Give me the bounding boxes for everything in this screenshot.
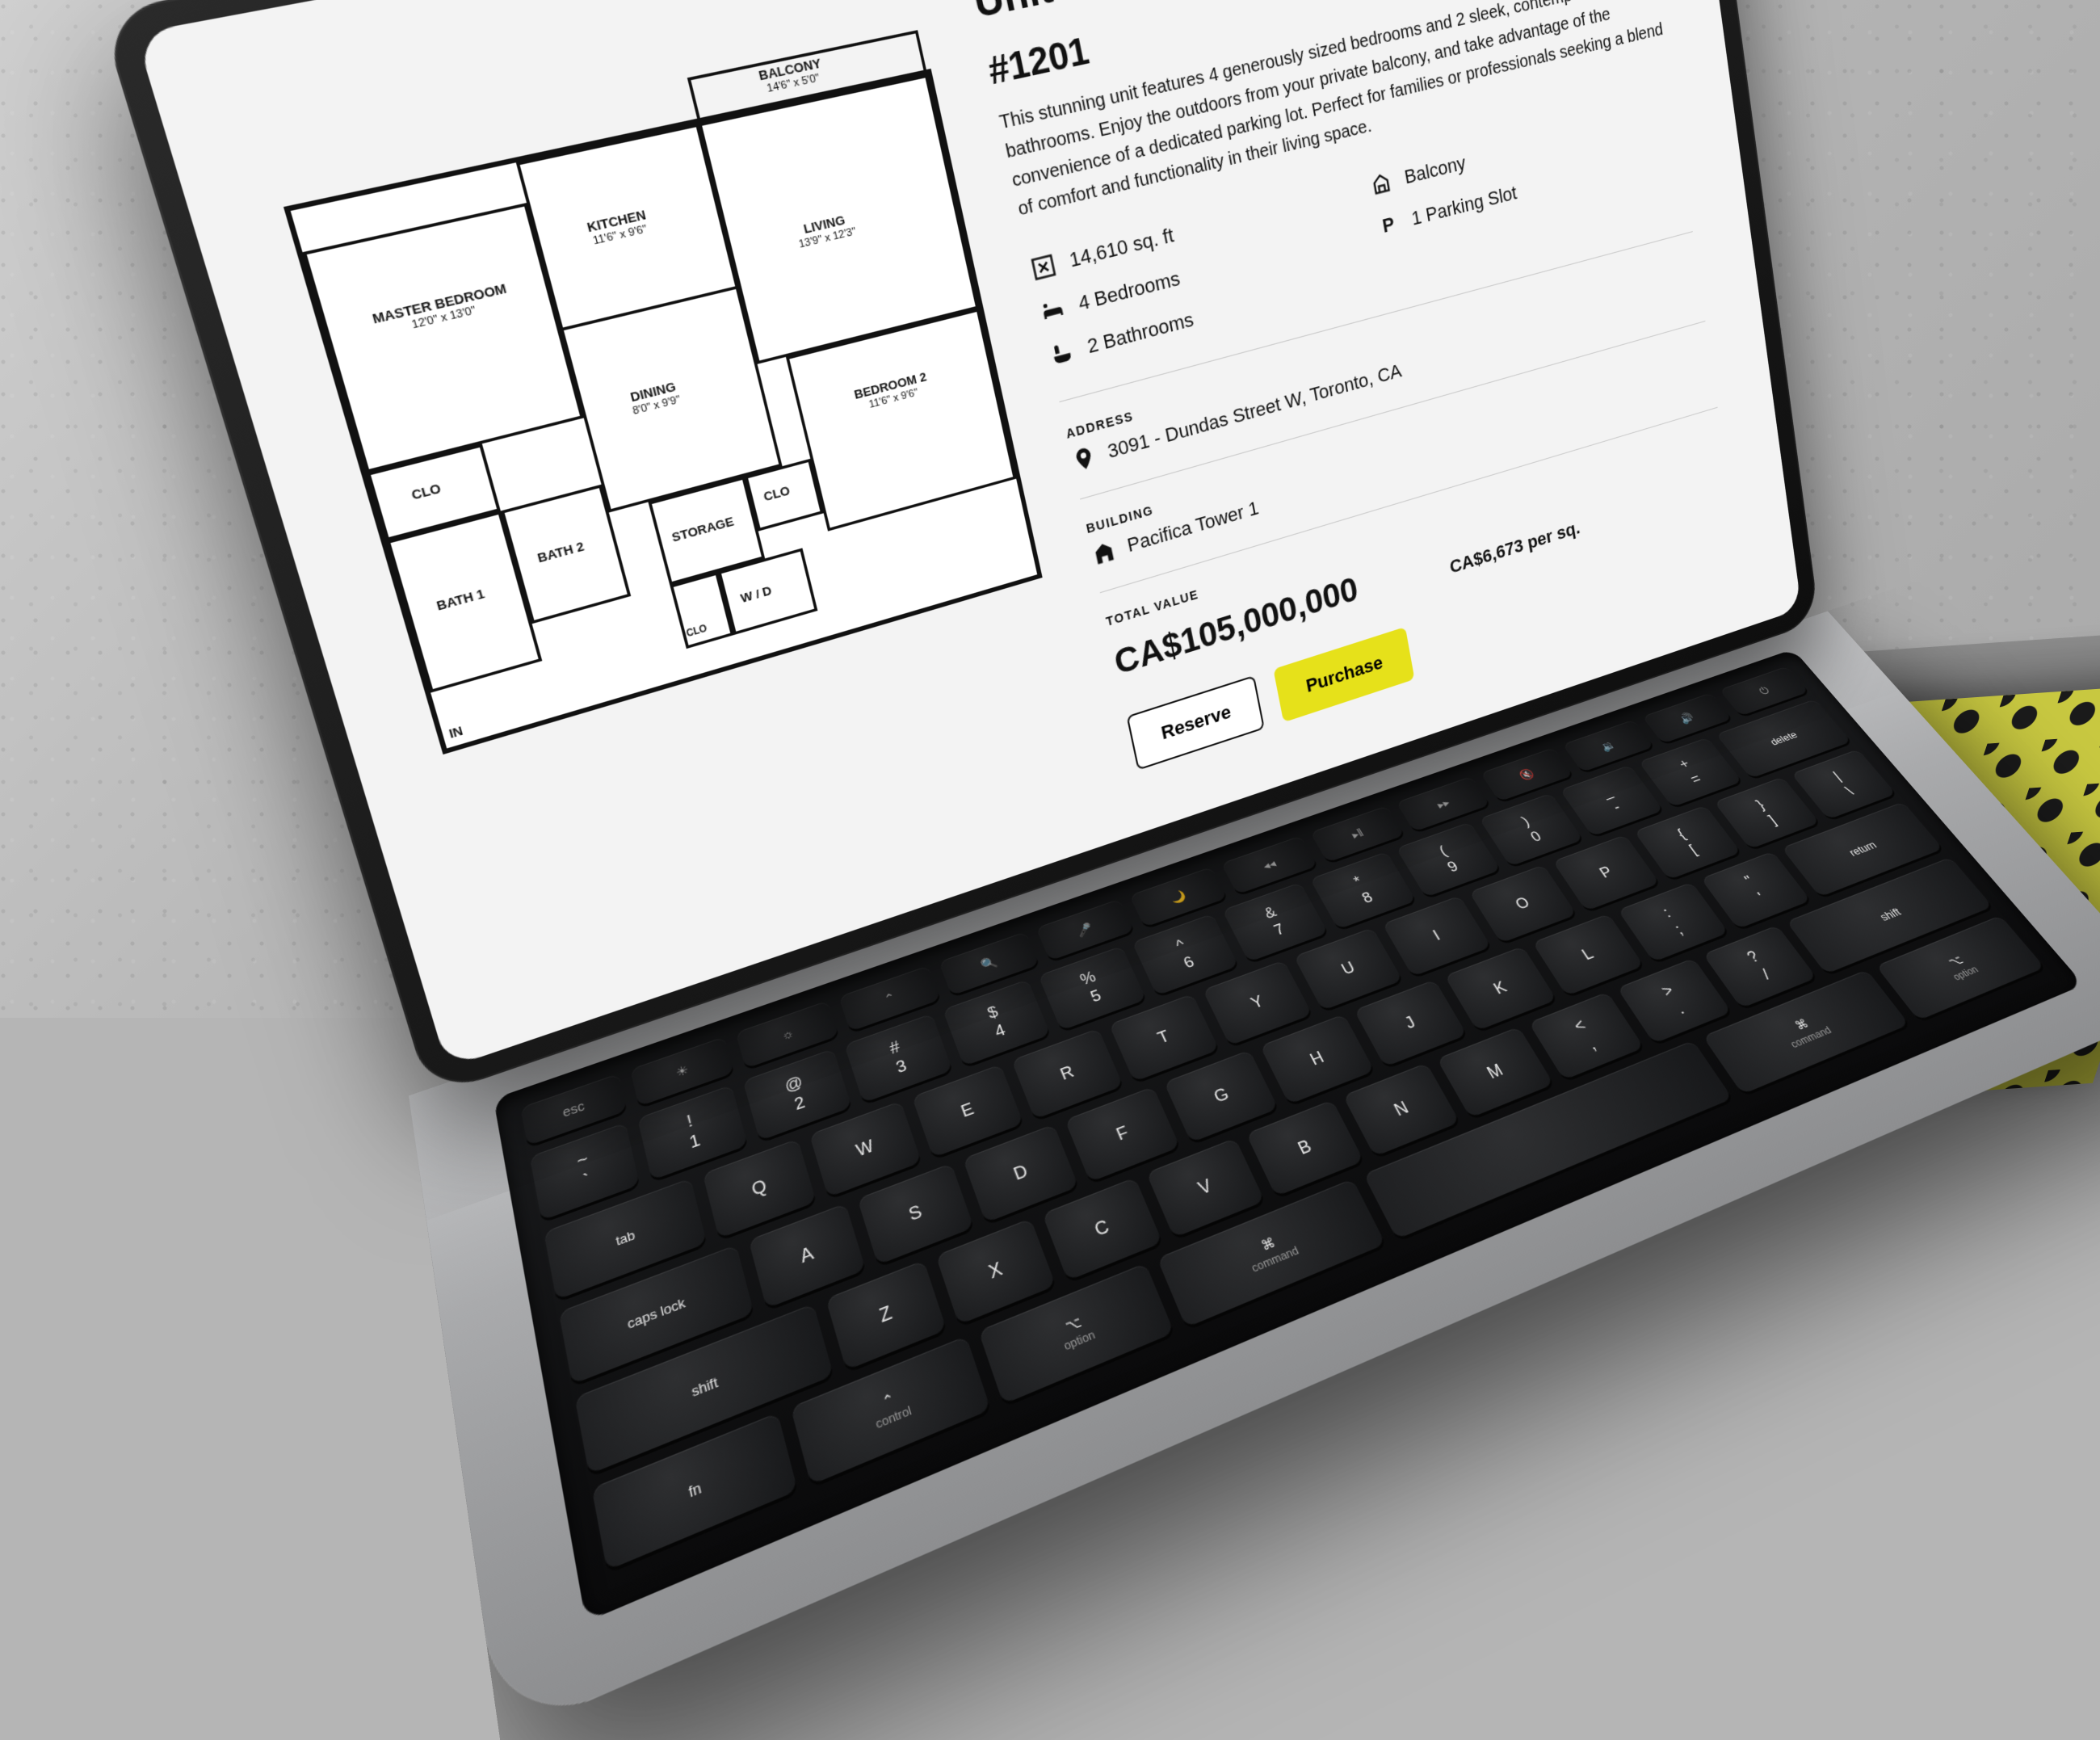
fn-key-10[interactable]: 🔇	[1480, 747, 1573, 801]
area-icon	[1028, 251, 1058, 283]
feature-balcony-text: Balcony	[1403, 152, 1468, 189]
parking-icon: P	[1376, 210, 1401, 240]
key-9[interactable]: (9	[1396, 822, 1501, 897]
reserve-button[interactable]: Reserve	[1126, 675, 1264, 771]
pin-icon	[1069, 443, 1098, 475]
building-icon	[1090, 537, 1118, 568]
fn-key-11[interactable]: 🔉	[1562, 720, 1654, 772]
feature-area-text: 14,610 sq. ft	[1067, 224, 1175, 273]
balcony-icon	[1368, 169, 1395, 199]
room-in: IN	[447, 723, 464, 741]
feature-bedrooms-text: 4 Bedrooms	[1077, 267, 1182, 316]
key-6[interactable]: ^6	[1132, 914, 1239, 996]
price-per-sq: CA$6,673 per sq.	[1448, 517, 1581, 578]
key--[interactable]: _-	[1560, 765, 1664, 837]
fn-key-4[interactable]: 🔍	[939, 931, 1040, 995]
bath-icon	[1047, 338, 1077, 370]
feature-parking-text: 1 Parking Slot	[1410, 182, 1518, 231]
key-O[interactable]: O	[1468, 864, 1577, 943]
bed-icon	[1038, 295, 1068, 326]
key-U[interactable]: U	[1294, 927, 1403, 1011]
key-7[interactable]: &7	[1222, 882, 1329, 962]
purchase-button[interactable]: Purchase	[1273, 627, 1414, 722]
floorplan-image: BALCONY 14'6" x 5'0" MASTER BEDROOM 12'0…	[284, 69, 1043, 754]
key-0[interactable]: )0	[1479, 793, 1584, 867]
feature-bathrooms-text: 2 Bathrooms	[1086, 308, 1195, 359]
